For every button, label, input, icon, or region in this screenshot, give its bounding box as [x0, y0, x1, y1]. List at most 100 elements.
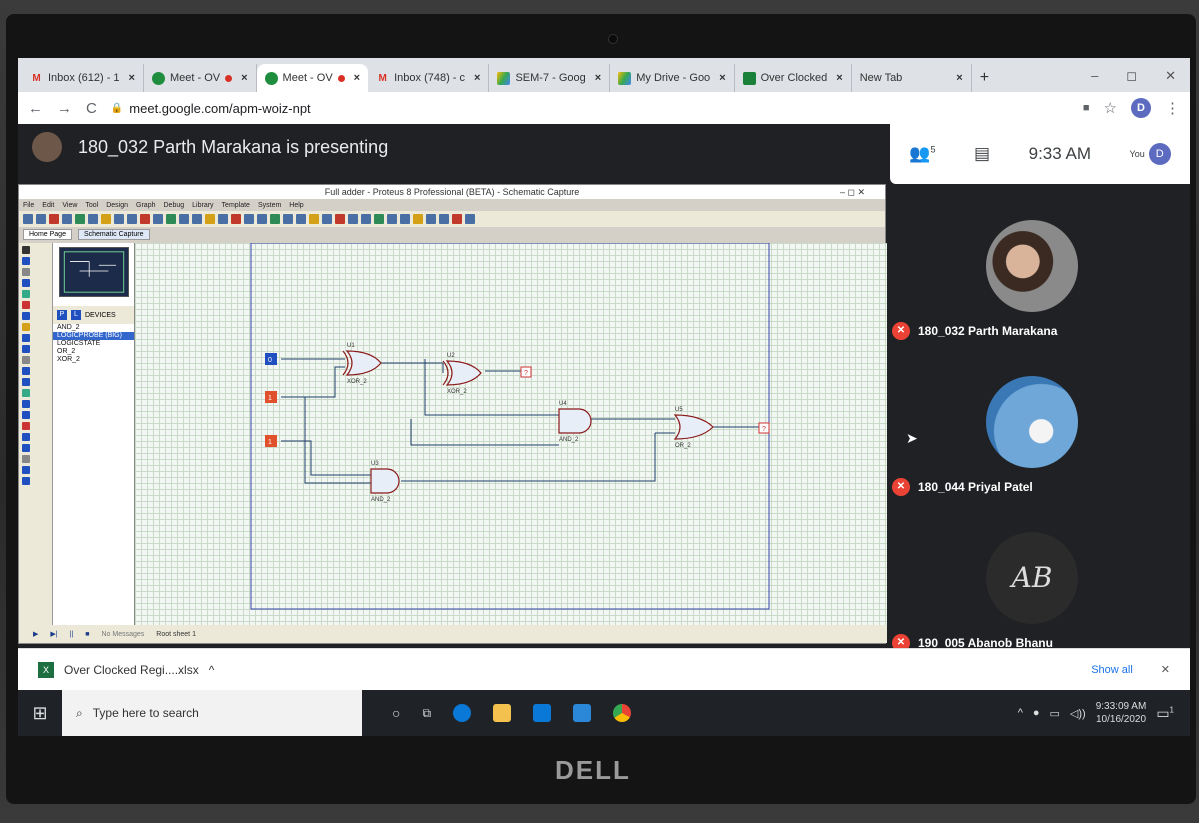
toolbar-button[interactable] [192, 214, 202, 224]
windows-start-icon[interactable]: ⊞ [18, 703, 62, 724]
menu-file[interactable]: File [23, 202, 34, 209]
menu-library[interactable]: Library [192, 202, 213, 209]
toolbar-button[interactable] [36, 214, 46, 224]
library-button[interactable]: L [71, 310, 81, 320]
toolbar-button[interactable] [296, 214, 306, 224]
menu-template[interactable]: Template [222, 202, 250, 209]
maximize-icon[interactable]: ◻ [1126, 68, 1137, 84]
chrome-icon[interactable] [613, 704, 632, 722]
toolbar-button[interactable] [387, 214, 397, 224]
device-item[interactable]: XOR_2 [53, 356, 134, 364]
toolbar-button[interactable] [413, 214, 423, 224]
task-view-icon[interactable]: ⧉ [422, 706, 431, 721]
toolbar-button[interactable] [75, 214, 85, 224]
toolbar-button[interactable] [244, 214, 254, 224]
toolbar-button[interactable] [23, 214, 33, 224]
tab-inbox-748[interactable]: M Inbox (748) - c × [368, 64, 490, 92]
toolbar-button[interactable] [348, 214, 358, 224]
or-gate-u5[interactable] [673, 414, 714, 440]
tool-icon[interactable] [22, 477, 30, 485]
tool-icon[interactable] [22, 290, 30, 298]
toolbar-button[interactable] [231, 214, 241, 224]
toolbar-button[interactable] [439, 214, 449, 224]
toolbar-button[interactable] [127, 214, 137, 224]
toolbar-button[interactable] [361, 214, 371, 224]
tool-icon[interactable] [22, 433, 30, 441]
tool-icon[interactable] [22, 356, 30, 364]
tab-meet-1[interactable]: Meet - OV × [144, 64, 257, 92]
tool-icon[interactable] [22, 268, 30, 276]
toolbar-button[interactable] [283, 214, 293, 224]
toolbar-button[interactable] [335, 214, 345, 224]
toolbar-button[interactable] [400, 214, 410, 224]
tool-icon[interactable] [22, 246, 30, 254]
menu-edit[interactable]: Edit [42, 202, 54, 209]
menu-help[interactable]: Help [289, 202, 303, 209]
toolbar-button[interactable] [179, 214, 189, 224]
tool-icon[interactable] [22, 411, 30, 419]
step-icon[interactable]: ▶| [50, 630, 57, 638]
toolbar-button[interactable] [270, 214, 280, 224]
store-icon[interactable] [533, 704, 552, 722]
menu-system[interactable]: System [258, 202, 281, 209]
xor-gate-u1[interactable] [345, 350, 382, 376]
new-tab-button[interactable]: + [972, 64, 997, 92]
close-icon[interactable]: × [474, 72, 480, 84]
menu-view[interactable]: View [62, 202, 77, 209]
tab-schematic-capture[interactable]: Schematic Capture [77, 228, 150, 240]
tool-icon[interactable] [22, 389, 30, 397]
tool-icon[interactable] [22, 378, 30, 386]
close-icon[interactable]: × [836, 72, 842, 84]
pause-icon[interactable]: || [70, 631, 74, 638]
menu-graph[interactable]: Graph [136, 202, 155, 209]
tool-icon[interactable] [22, 400, 30, 408]
close-icon[interactable]: × [354, 72, 360, 84]
play-icon[interactable]: ▶ [33, 630, 38, 638]
chat-icon[interactable]: ▤ [974, 144, 990, 164]
close-icon[interactable]: × [956, 72, 962, 84]
toolbar-button[interactable] [322, 214, 332, 224]
window-close-icon[interactable]: ✕ [1165, 68, 1176, 84]
notification-icon[interactable]: ▭1 [1156, 705, 1174, 722]
device-item-selected[interactable]: LOGICPROBE (BIG) [53, 332, 134, 340]
tool-icon[interactable] [22, 334, 30, 342]
tab-meet-active[interactable]: Meet - OV × [256, 64, 369, 92]
toolbar-button[interactable] [153, 214, 163, 224]
toolbar-button[interactable] [257, 214, 267, 224]
tab-sem7[interactable]: SEM-7 - Goog × [489, 64, 611, 92]
toolbar-button[interactable] [62, 214, 72, 224]
toolbar-button[interactable] [88, 214, 98, 224]
tool-icon[interactable] [22, 301, 30, 309]
taskbar-clock[interactable]: 9:33:09 AM 10/16/2020 [1096, 700, 1147, 726]
toolbar-button[interactable] [140, 214, 150, 224]
chevron-up-icon[interactable]: ^ [209, 663, 215, 677]
minimize-icon[interactable]: – [1091, 68, 1098, 84]
tab-inbox-612[interactable]: M Inbox (612) - 1 × [22, 64, 144, 92]
tab-home-page[interactable]: Home Page [23, 228, 72, 240]
and-gate-u3[interactable] [370, 468, 400, 494]
tab-over-clocked[interactable]: Over Clocked × [735, 64, 852, 92]
tool-icon[interactable] [22, 323, 30, 331]
tool-icon[interactable] [22, 444, 30, 452]
tool-icon[interactable] [22, 312, 30, 320]
toolbar-button[interactable] [101, 214, 111, 224]
tab-my-drive[interactable]: My Drive - Goo × [610, 64, 735, 92]
schematic-canvas[interactable]: U1 XOR_2 U2 XOR_2 U4 AND_2 U5 OR_2 U3 AN… [135, 242, 887, 625]
tool-icon[interactable] [22, 455, 30, 463]
toolbar-button[interactable] [452, 214, 462, 224]
close-icon[interactable]: × [129, 72, 135, 84]
tool-icon[interactable] [22, 367, 30, 375]
toolbar-button[interactable] [205, 214, 215, 224]
and-gate-u4[interactable] [558, 408, 592, 434]
pick-device-button[interactable]: P [57, 310, 67, 320]
device-item[interactable]: LOGICSTATE [53, 340, 134, 348]
mail-icon[interactable] [573, 704, 592, 722]
toolbar-button[interactable] [114, 214, 124, 224]
close-icon[interactable]: × [595, 72, 601, 84]
toolbar-button[interactable] [374, 214, 384, 224]
menu-debug[interactable]: Debug [164, 202, 185, 209]
forward-icon[interactable]: → [57, 100, 72, 117]
menu-design[interactable]: Design [106, 202, 128, 209]
chevron-up-icon[interactable]: ^ [1018, 707, 1023, 719]
url-field[interactable]: 🔒 meet.google.com/apm-woiz-npt [111, 101, 311, 116]
